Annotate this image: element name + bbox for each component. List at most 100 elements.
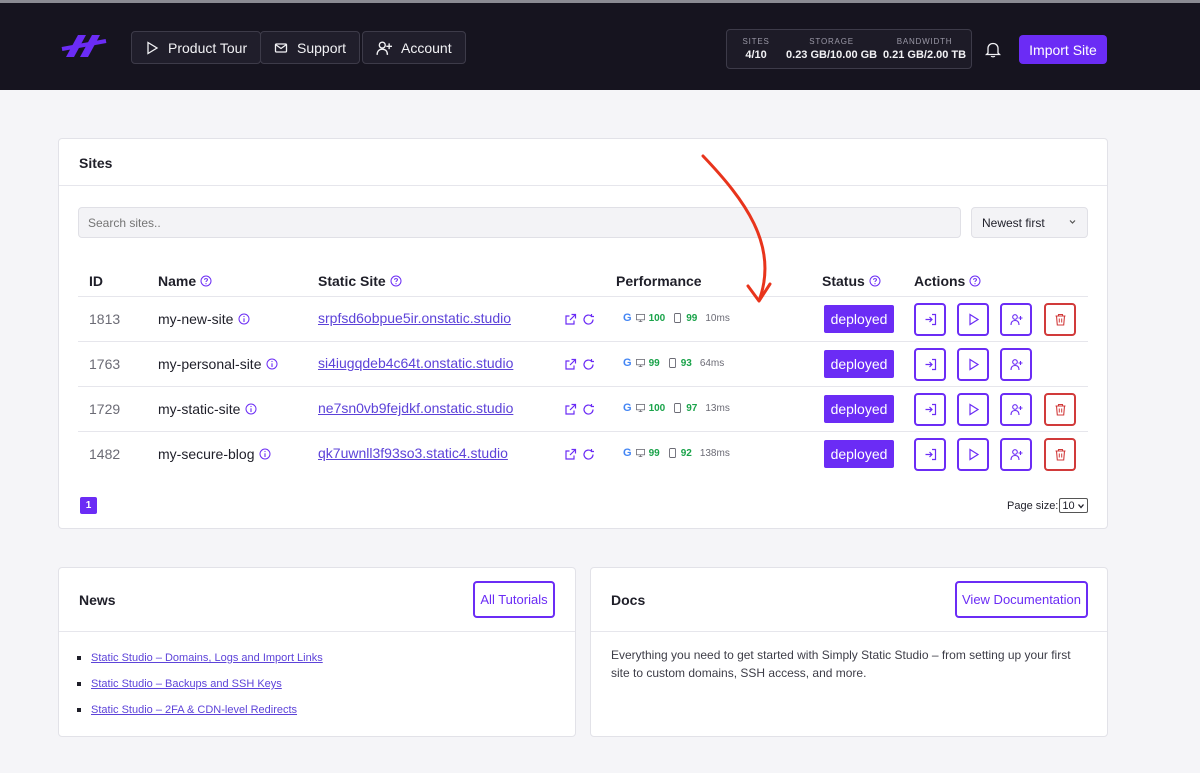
status-badge[interactable]: deployed <box>824 305 894 333</box>
status-badge[interactable]: deployed <box>824 395 894 423</box>
add-user-button[interactable] <box>1000 303 1032 336</box>
desktop-score: 100 <box>648 402 666 414</box>
product-tour-button[interactable]: Product Tour <box>131 31 262 64</box>
mobile-icon <box>674 313 682 323</box>
sites-card: Sites Newest first ID Name Static Site P… <box>58 138 1108 529</box>
external-link-icon[interactable] <box>564 358 577 371</box>
login-button[interactable] <box>914 393 946 426</box>
search-input[interactable] <box>78 207 961 238</box>
desktop-score: 99 <box>648 357 660 369</box>
divider <box>78 386 1088 387</box>
performance-scores: G 100 99 10ms <box>623 312 730 324</box>
pagination-page[interactable]: 1 <box>80 497 97 514</box>
help-icon[interactable] <box>969 275 981 287</box>
play-icon <box>968 313 979 326</box>
support-label: Support <box>297 39 347 56</box>
refresh-icon[interactable] <box>582 358 595 371</box>
all-tutorials-button[interactable]: All Tutorials <box>473 581 555 618</box>
link-icons <box>564 313 595 326</box>
static-site-link[interactable]: si4iugqdeb4c64t.onstatic.studio <box>318 355 513 371</box>
mobile-score: 93 <box>680 357 692 369</box>
refresh-icon[interactable] <box>582 313 595 326</box>
login-button[interactable] <box>914 303 946 336</box>
play-icon <box>968 358 979 371</box>
sort-select[interactable]: Newest first <box>971 207 1088 238</box>
login-icon <box>925 313 936 326</box>
external-link-icon[interactable] <box>564 313 577 326</box>
site-name: my-personal-site <box>158 356 278 372</box>
add-user-button[interactable] <box>1000 393 1032 426</box>
news-link[interactable]: Static Studio – 2FA & CDN-level Redirect… <box>91 704 297 716</box>
stat-value: 4/10 <box>745 49 767 61</box>
column-status: Status <box>822 273 881 289</box>
site-name: my-static-site <box>158 401 257 417</box>
import-site-button[interactable]: Import Site <box>1019 35 1107 64</box>
desktop-icon <box>635 403 645 413</box>
column-label: Performance <box>616 273 702 289</box>
account-button[interactable]: Account <box>362 31 466 64</box>
logo[interactable] <box>60 33 108 59</box>
play-button[interactable] <box>957 348 989 381</box>
link-icons <box>564 403 595 416</box>
info-icon[interactable] <box>245 403 257 415</box>
delete-button[interactable] <box>1044 393 1076 426</box>
support-button[interactable]: Support <box>260 31 361 64</box>
help-icon[interactable] <box>869 275 881 287</box>
status-badge[interactable]: deployed <box>824 350 894 378</box>
desktop-score: 100 <box>648 312 666 324</box>
login-button[interactable] <box>914 348 946 381</box>
stat-label: STORAGE <box>809 37 854 46</box>
news-title: News <box>79 592 116 608</box>
news-link[interactable]: Static Studio – Backups and SSH Keys <box>91 678 282 690</box>
divider <box>78 296 1088 297</box>
play-icon <box>968 403 979 416</box>
performance-scores: G 100 97 13ms <box>623 402 730 414</box>
desktop-score: 99 <box>648 447 660 459</box>
bell-icon[interactable] <box>985 41 1001 58</box>
site-name-text: my-personal-site <box>158 356 262 372</box>
static-site-link[interactable]: qk7uwnll3f93so3.static4.studio <box>318 445 508 461</box>
news-link[interactable]: Static Studio – Domains, Logs and Import… <box>91 652 323 664</box>
performance-scores: G 99 92 138ms <box>623 447 730 459</box>
static-site-link[interactable]: srpfsd6obpue5ir.onstatic.studio <box>318 310 511 326</box>
response-time: 13ms <box>705 402 730 414</box>
refresh-icon[interactable] <box>582 448 595 461</box>
google-icon: G <box>623 312 632 324</box>
refresh-icon[interactable] <box>582 403 595 416</box>
login-button[interactable] <box>914 438 946 471</box>
column-performance: Performance <box>616 273 702 289</box>
external-link-icon[interactable] <box>564 403 577 416</box>
play-button[interactable] <box>957 303 989 336</box>
play-button[interactable] <box>957 393 989 426</box>
docs-title: Docs <box>611 592 646 608</box>
google-icon: G <box>623 402 632 414</box>
info-icon[interactable] <box>259 448 271 460</box>
mobile-icon <box>668 358 676 368</box>
column-name: Name <box>158 273 212 289</box>
page-size-label: Page size: <box>1007 499 1059 512</box>
site-name: my-new-site <box>158 311 250 327</box>
delete-button[interactable] <box>1044 303 1076 336</box>
sites-stat: SITES 4/10 <box>727 30 785 68</box>
play-button[interactable] <box>957 438 989 471</box>
news-list: Static Studio – Domains, Logs and Import… <box>77 652 323 730</box>
divider <box>78 341 1088 342</box>
help-icon[interactable] <box>200 275 212 287</box>
add-user-button[interactable] <box>1000 438 1032 471</box>
info-icon[interactable] <box>266 358 278 370</box>
view-documentation-button[interactable]: View Documentation <box>955 581 1088 618</box>
page-size: Page size: 10 <box>1007 498 1088 513</box>
status-badge[interactable]: deployed <box>824 440 894 468</box>
news-card: News All Tutorials Static Studio – Domai… <box>58 567 576 737</box>
info-icon[interactable] <box>238 313 250 325</box>
desktop-icon <box>635 358 645 368</box>
external-link-icon[interactable] <box>564 448 577 461</box>
static-site-link[interactable]: ne7sn0vb9fejdkf.onstatic.studio <box>318 400 513 416</box>
help-icon[interactable] <box>390 275 402 287</box>
play-icon <box>147 40 159 55</box>
delete-button[interactable] <box>1044 438 1076 471</box>
add-user-icon <box>1009 314 1022 326</box>
page-size-select[interactable]: 10 <box>1059 498 1088 513</box>
mobile-icon <box>668 448 676 458</box>
add-user-button[interactable] <box>1000 348 1032 381</box>
